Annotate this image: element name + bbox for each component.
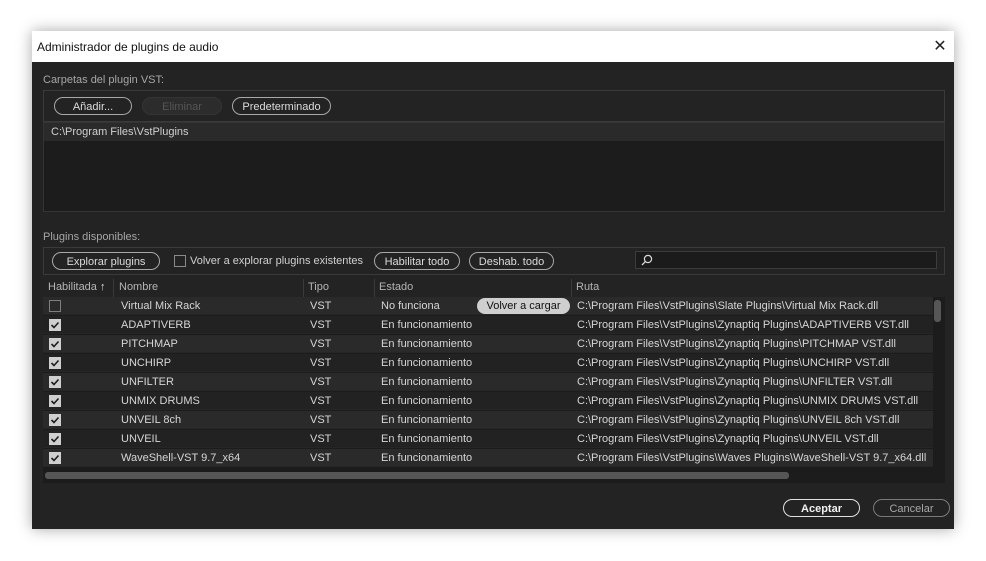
window-title: Administrador de plugins de audio — [37, 40, 219, 54]
table-row[interactable]: UNVEIL 8ch VST En funcionamiento C:\Program… — [43, 411, 933, 429]
table-row[interactable]: ADAPTIVERB VST En funcionamiento C:\Program… — [43, 316, 933, 334]
plugin-table-header: Habilitada ↑ Nombre Tipo Estado Ruta — [43, 279, 945, 297]
title-bar: Administrador de plugins de audio ✕ — [32, 31, 954, 62]
plugin-status: En funcionamiento — [381, 338, 473, 350]
table-row[interactable]: UNFILTER VST En funcionamiento C:\Program F… — [43, 373, 933, 391]
plugin-status: En funcionamiento — [381, 452, 473, 464]
scan-plugins-button[interactable]: Explorar plugins — [52, 252, 160, 270]
checkmark-icon — [50, 359, 60, 367]
disable-all-button[interactable]: Deshab. todo — [469, 252, 554, 270]
plugin-type: VST — [310, 319, 332, 331]
plugin-name: Virtual Mix Rack — [121, 300, 201, 312]
reload-plugin-button[interactable]: Volver a cargar — [477, 298, 570, 314]
plugin-path: C:\Program Files\VstPlugins\Zynaptiq Plu… — [577, 414, 900, 426]
plugin-path: C:\Program Files\VstPlugins\Zynaptiq Plu… — [577, 395, 919, 407]
plugin-type: VST — [310, 376, 332, 388]
table-row[interactable]: Virtual Mix Rack VST No funciona C:\Program… — [43, 297, 933, 315]
enabled-checkbox[interactable] — [49, 452, 61, 464]
rescan-existing-checkbox[interactable] — [174, 255, 186, 267]
plugin-path: C:\Program Files\VstPlugins\Waves Plugin… — [577, 452, 927, 464]
column-name[interactable]: Nombre — [119, 281, 158, 293]
plugin-name: UNMIX DRUMS — [121, 395, 200, 407]
horizontal-scrollbar-thumb[interactable] — [45, 472, 789, 479]
plugin-name: PITCHMAP — [121, 338, 178, 350]
plugin-status: En funcionamiento — [381, 395, 473, 407]
vst-folders-label: Carpetas del plugin VST: — [43, 74, 165, 86]
plugins-available-label: Plugins disponibles: — [43, 231, 141, 243]
plugin-path: C:\Program Files\VstPlugins\Zynaptiq Plu… — [577, 319, 909, 331]
plugin-type: VST — [310, 452, 332, 464]
table-row[interactable]: UNVEIL VST En funcionamiento C:\Program Fil… — [43, 430, 933, 448]
plugin-path: C:\Program Files\VstPlugins\Zynaptiq Plu… — [577, 338, 896, 350]
plugin-name: UNVEIL 8ch — [121, 414, 182, 426]
plugin-type: VST — [310, 338, 332, 350]
plugin-name: UNFILTER — [121, 376, 174, 388]
plugin-type: VST — [310, 433, 332, 445]
enabled-checkbox[interactable] — [49, 338, 61, 350]
plugin-name: WaveShell-VST 9.7_x64 — [121, 452, 241, 464]
enabled-checkbox[interactable] — [49, 414, 61, 426]
plugin-table[interactable]: Virtual Mix Rack VST No funciona C:\Program… — [43, 297, 945, 483]
plugin-path: C:\Program Files\VstPlugins\Zynaptiq Plu… — [577, 376, 893, 388]
plugin-path: C:\Program Files\VstPlugins\Zynaptiq Plu… — [577, 433, 879, 445]
ok-button[interactable]: Aceptar — [783, 499, 860, 517]
audio-plugin-manager-dialog: Administrador de plugins de audio ✕ Carp… — [32, 31, 954, 529]
vst-folders-toolbar: Añadir... Eliminar Predeterminado — [43, 90, 945, 122]
folder-list-item[interactable]: C:\Program Files\VstPlugins — [44, 123, 944, 141]
plugin-status: En funcionamiento — [381, 414, 473, 426]
plugin-type: VST — [310, 395, 332, 407]
checkmark-icon — [50, 321, 60, 329]
plugin-status: En funcionamiento — [381, 433, 473, 445]
plugin-status: En funcionamiento — [381, 376, 473, 388]
plugin-type: VST — [310, 357, 332, 369]
checkmark-icon — [50, 454, 60, 462]
plugin-path: C:\Program Files\VstPlugins\Slate Plugin… — [577, 300, 879, 312]
table-row[interactable]: UNMIX DRUMS VST En funcionamiento C:\Progra… — [43, 392, 933, 410]
enabled-checkbox[interactable] — [49, 395, 61, 407]
default-folders-button[interactable]: Predeterminado — [232, 97, 331, 115]
search-input[interactable] — [656, 253, 936, 269]
column-enabled[interactable]: Habilitada ↑ — [48, 281, 105, 293]
add-folder-button[interactable]: Añadir... — [54, 97, 132, 115]
plugin-name: UNCHIRP — [121, 357, 172, 369]
column-type[interactable]: Tipo — [308, 281, 329, 293]
vst-folder-list[interactable]: C:\Program Files\VstPlugins — [43, 122, 945, 212]
enabled-checkbox[interactable] — [49, 300, 61, 312]
enabled-checkbox[interactable] — [49, 319, 61, 331]
rescan-existing-label: Volver a explorar plugins existentes — [190, 255, 364, 267]
checkmark-icon — [50, 340, 60, 348]
close-icon[interactable]: ✕ — [926, 31, 954, 62]
cancel-button[interactable]: Cancelar — [873, 499, 950, 517]
plugin-status: En funcionamiento — [381, 319, 473, 331]
checkmark-icon — [50, 416, 60, 424]
vertical-scrollbar-thumb[interactable] — [934, 300, 941, 322]
plugin-status: No funciona — [381, 300, 440, 312]
checkmark-icon — [50, 397, 60, 405]
remove-folder-button[interactable]: Eliminar — [142, 97, 222, 115]
enabled-checkbox[interactable] — [49, 433, 61, 445]
table-row[interactable]: PITCHMAP VST En funcionamiento C:\Program F… — [43, 335, 933, 353]
plugin-status: En funcionamiento — [381, 357, 473, 369]
checkmark-icon — [50, 378, 60, 386]
checkmark-icon — [50, 435, 60, 443]
plugin-name: UNVEIL — [121, 433, 161, 445]
column-status[interactable]: Estado — [379, 281, 413, 293]
enable-all-button[interactable]: Habilitar todo — [374, 252, 460, 270]
table-row[interactable]: WaveShell-VST 9.7_x64 VST En funcionamient… — [43, 449, 933, 467]
plugin-name: ADAPTIVERB — [121, 319, 191, 331]
search-icon — [641, 254, 653, 266]
enabled-checkbox[interactable] — [49, 376, 61, 388]
plugin-type: VST — [310, 300, 332, 312]
enabled-checkbox[interactable] — [49, 357, 61, 369]
table-row[interactable]: UNCHIRP VST En funcionamiento C:\Program Fi… — [43, 354, 933, 372]
plugin-path: C:\Program Files\VstPlugins\Zynaptiq Plu… — [577, 357, 890, 369]
plugin-search-field[interactable] — [635, 251, 937, 269]
plugin-type: VST — [310, 414, 332, 426]
column-path[interactable]: Ruta — [576, 281, 599, 293]
sort-ascending-icon: ↑ — [99, 281, 106, 293]
